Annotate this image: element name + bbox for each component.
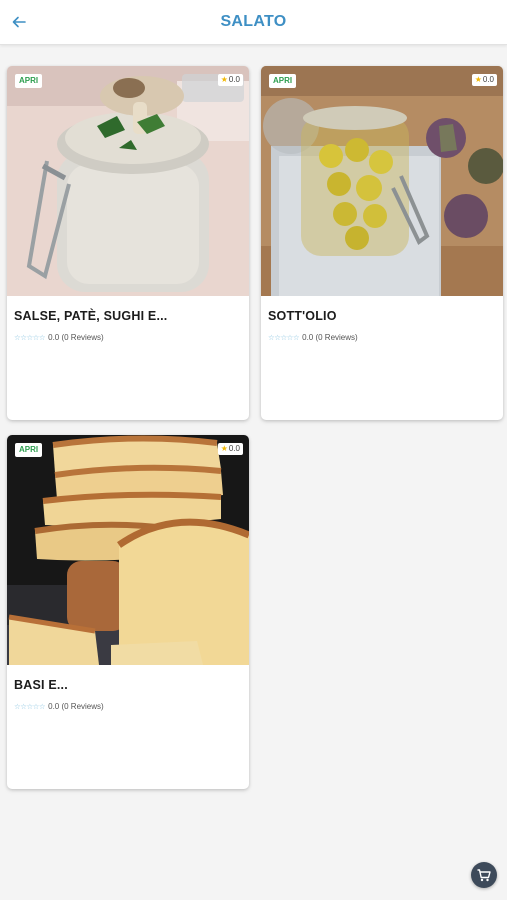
open-badge: APRI	[269, 74, 297, 88]
star-icon: ★	[220, 444, 228, 453]
reviews-row: ☆☆☆☆☆ 0.0 (0 Reviews)	[14, 333, 104, 342]
reviews-row: ☆☆☆☆☆ 0.0 (0 Reviews)	[268, 333, 358, 342]
category-card-sottolio[interactable]: APRI ★ 0.0 SOTT'OLIO ☆☆☆☆☆ 0.0 (0 Review…	[261, 66, 503, 420]
rating-value: 0.0	[228, 444, 240, 453]
reviews-text: 0.0 (0 Reviews)	[302, 333, 358, 342]
rating-stars-icon: ☆☆☆☆☆	[268, 333, 300, 342]
open-badge: APRI	[15, 74, 43, 88]
reviews-text: 0.0 (0 Reviews)	[48, 333, 104, 342]
rating-value: 0.0	[228, 75, 240, 84]
rating-badge: ★ 0.0	[217, 74, 243, 86]
category-image	[261, 66, 503, 296]
rating-value: 0.0	[482, 75, 494, 84]
reviews-row: ☆☆☆☆☆ 0.0 (0 Reviews)	[14, 702, 104, 711]
category-image	[7, 66, 249, 296]
rating-badge: ★ 0.0	[471, 74, 497, 86]
category-card-basi[interactable]: APRI ★ 0.0 BASI E... ☆☆☆☆☆ 0.0 (0 Review…	[7, 435, 249, 789]
category-image	[7, 435, 249, 665]
page-title: SALATO	[220, 13, 287, 30]
category-name: SOTT'OLIO	[268, 309, 337, 323]
star-icon: ★	[220, 75, 228, 84]
rating-stars-icon: ☆☆☆☆☆	[14, 702, 46, 711]
category-name: BASI E...	[14, 678, 68, 692]
category-card-salse[interactable]: APRI ★ 0.0 SALSE, PATÈ, SUGHI E... ☆☆☆☆☆…	[7, 66, 249, 420]
star-icon: ★	[474, 75, 482, 84]
cart-button[interactable]	[471, 862, 497, 888]
reviews-text: 0.0 (0 Reviews)	[48, 702, 104, 711]
category-name: SALSE, PATÈ, SUGHI E...	[14, 309, 168, 323]
shopping-cart-icon	[477, 868, 491, 881]
rating-badge: ★ 0.0	[217, 443, 243, 455]
app-bar: SALATO	[0, 0, 507, 45]
rating-stars-icon: ☆☆☆☆☆	[14, 333, 46, 342]
open-badge: APRI	[15, 443, 43, 457]
